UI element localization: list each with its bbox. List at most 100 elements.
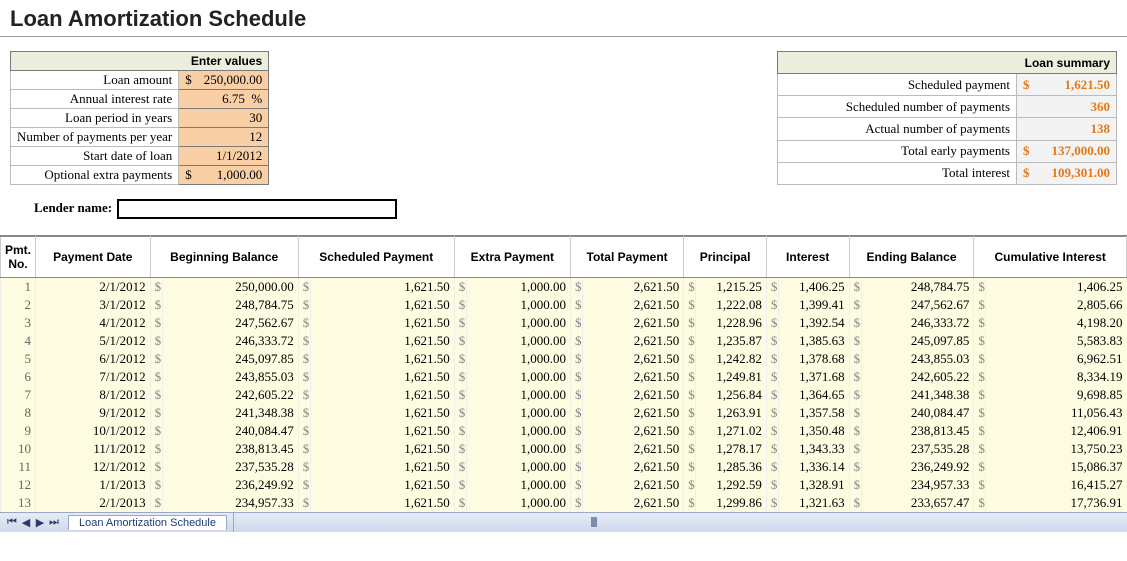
cell-principal: 1,278.17	[696, 440, 767, 458]
table-row: 78/1/2012$242,605.22$1,621.50$1,000.00$2…	[1, 386, 1127, 404]
cell-interest: 1,321.63	[778, 494, 849, 512]
cell-total-payment: 2,621.50	[582, 386, 683, 404]
cell-beginning-balance: 250,000.00	[162, 278, 298, 297]
cell-extra-payment: 1,000.00	[466, 386, 570, 404]
start-date-input[interactable]: 1/1/2012	[179, 147, 269, 166]
sheet-tab-bar: ⏮ ◀ ▶ ⏭ Loan Amortization Schedule	[0, 512, 1127, 532]
annual-rate-label: Annual interest rate	[11, 90, 179, 109]
cell-total-payment: 2,621.50	[582, 278, 683, 297]
cell-beginning-balance: 234,957.33	[162, 494, 298, 512]
cell-cumulative-interest: 12,406.91	[986, 422, 1127, 440]
cell-payment-date: 12/1/2012	[36, 458, 151, 476]
cell-principal: 1,256.84	[696, 386, 767, 404]
loan-amount-input[interactable]: $250,000.00	[179, 71, 269, 90]
table-row: 67/1/2012$243,855.03$1,621.50$1,000.00$2…	[1, 368, 1127, 386]
table-row: 45/1/2012$246,333.72$1,621.50$1,000.00$2…	[1, 332, 1127, 350]
cell-payment-date: 10/1/2012	[36, 422, 151, 440]
total-early-value: $137,000.00	[1017, 140, 1117, 162]
cell-cumulative-interest: 9,698.85	[986, 386, 1127, 404]
payments-per-year-input[interactable]: 12	[179, 128, 269, 147]
cell-scheduled-payment: 1,621.50	[310, 332, 454, 350]
cell-total-payment: 2,621.50	[582, 494, 683, 512]
cell-pmt-no: 10	[1, 440, 36, 458]
total-interest-value: $109,301.00	[1017, 162, 1117, 184]
col-beginning-balance: Beginning Balance	[150, 237, 298, 278]
cell-interest: 1,357.58	[778, 404, 849, 422]
cell-total-payment: 2,621.50	[582, 404, 683, 422]
tab-nav-prev-icon[interactable]: ◀	[20, 516, 32, 529]
cell-ending-balance: 248,784.75	[861, 278, 974, 297]
cell-total-payment: 2,621.50	[582, 458, 683, 476]
cell-payment-date: 9/1/2012	[36, 404, 151, 422]
cell-pmt-no: 1	[1, 278, 36, 297]
loan-amount-label: Loan amount	[11, 71, 179, 90]
horizontal-scrollbar[interactable]	[233, 513, 1127, 532]
cell-ending-balance: 236,249.92	[861, 458, 974, 476]
scheduled-num-value: 360	[1017, 96, 1117, 118]
cell-principal: 1,215.25	[696, 278, 767, 297]
cell-extra-payment: 1,000.00	[466, 476, 570, 494]
sheet-tab[interactable]: Loan Amortization Schedule	[68, 515, 227, 530]
cell-interest: 1,392.54	[778, 314, 849, 332]
cell-pmt-no: 13	[1, 494, 36, 512]
lender-name-label: Lender name:	[34, 200, 112, 215]
actual-num-value: 138	[1017, 118, 1117, 140]
cell-payment-date: 7/1/2012	[36, 368, 151, 386]
cell-total-payment: 2,621.50	[582, 350, 683, 368]
extra-payments-input[interactable]: $1,000.00	[179, 166, 269, 185]
lender-name-input[interactable]	[117, 199, 397, 219]
cell-payment-date: 11/1/2012	[36, 440, 151, 458]
tab-nav-first-icon[interactable]: ⏮	[6, 516, 18, 529]
cell-cumulative-interest: 16,415.27	[986, 476, 1127, 494]
total-early-label: Total early payments	[778, 140, 1017, 162]
cell-scheduled-payment: 1,621.50	[310, 404, 454, 422]
cell-pmt-no: 8	[1, 404, 36, 422]
table-row: 1112/1/2012$237,535.28$1,621.50$1,000.00…	[1, 458, 1127, 476]
table-row: 89/1/2012$241,348.38$1,621.50$1,000.00$2…	[1, 404, 1127, 422]
cell-pmt-no: 7	[1, 386, 36, 404]
cell-extra-payment: 1,000.00	[466, 332, 570, 350]
col-total-payment: Total Payment	[570, 237, 683, 278]
cell-total-payment: 2,621.50	[582, 296, 683, 314]
cell-ending-balance: 243,855.03	[861, 350, 974, 368]
cell-scheduled-payment: 1,621.50	[310, 278, 454, 297]
cell-pmt-no: 5	[1, 350, 36, 368]
cell-extra-payment: 1,000.00	[466, 422, 570, 440]
loan-period-input[interactable]: 30	[179, 109, 269, 128]
amortization-table: Pmt. No. Payment Date Beginning Balance …	[0, 236, 1127, 512]
cell-principal: 1,299.86	[696, 494, 767, 512]
cell-ending-balance: 247,562.67	[861, 296, 974, 314]
annual-rate-input[interactable]: 6.75 %	[179, 90, 269, 109]
tab-nav-next-icon[interactable]: ▶	[34, 516, 46, 529]
cell-scheduled-payment: 1,621.50	[310, 296, 454, 314]
cell-principal: 1,271.02	[696, 422, 767, 440]
cell-cumulative-interest: 17,736.91	[986, 494, 1127, 512]
cell-pmt-no: 2	[1, 296, 36, 314]
payments-per-year-label: Number of payments per year	[11, 128, 179, 147]
cell-interest: 1,385.63	[778, 332, 849, 350]
cell-total-payment: 2,621.50	[582, 314, 683, 332]
cell-ending-balance: 241,348.38	[861, 386, 974, 404]
table-row: 23/1/2012$248,784.75$1,621.50$1,000.00$2…	[1, 296, 1127, 314]
cell-payment-date: 1/1/2013	[36, 476, 151, 494]
inputs-panel: Enter values Loan amount $250,000.00 Ann…	[10, 51, 269, 185]
table-row: 12/1/2012$250,000.00$1,621.50$1,000.00$2…	[1, 278, 1127, 297]
cell-principal: 1,285.36	[696, 458, 767, 476]
cell-principal: 1,249.81	[696, 368, 767, 386]
cell-interest: 1,364.65	[778, 386, 849, 404]
scheduled-payment-label: Scheduled payment	[778, 74, 1017, 96]
tab-nav-last-icon[interactable]: ⏭	[48, 516, 60, 529]
cell-extra-payment: 1,000.00	[466, 314, 570, 332]
summary-panel: Loan summary Scheduled payment $1,621.50…	[777, 51, 1117, 185]
table-row: 910/1/2012$240,084.47$1,621.50$1,000.00$…	[1, 422, 1127, 440]
cell-total-payment: 2,621.50	[582, 422, 683, 440]
col-principal: Principal	[684, 237, 767, 278]
cell-payment-date: 5/1/2012	[36, 332, 151, 350]
extra-payments-label: Optional extra payments	[11, 166, 179, 185]
cell-scheduled-payment: 1,621.50	[310, 458, 454, 476]
cell-ending-balance: 238,813.45	[861, 422, 974, 440]
col-interest: Interest	[766, 237, 849, 278]
cell-scheduled-payment: 1,621.50	[310, 494, 454, 512]
cell-interest: 1,350.48	[778, 422, 849, 440]
scroll-thumb[interactable]	[591, 517, 597, 527]
